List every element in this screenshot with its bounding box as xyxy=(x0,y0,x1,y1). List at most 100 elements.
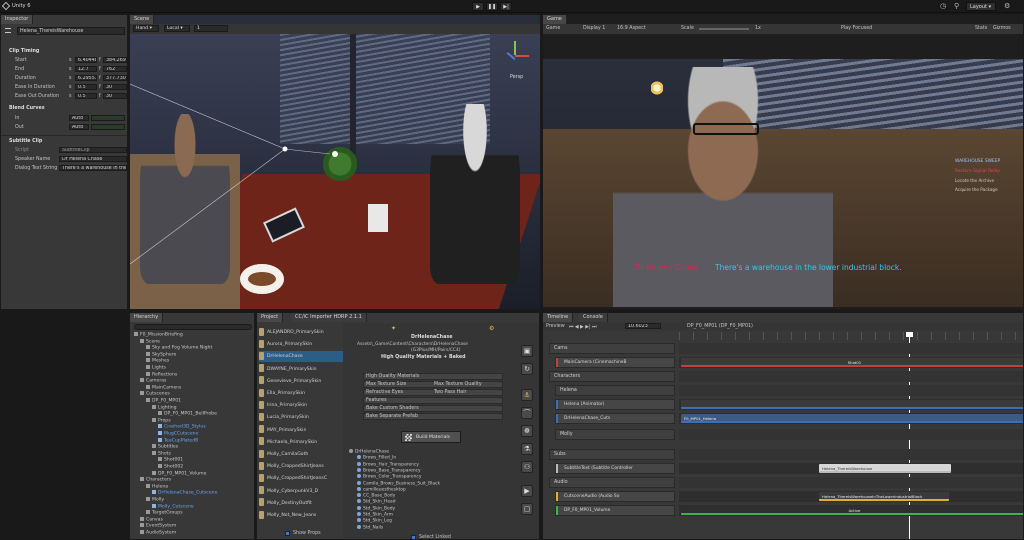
project-item[interactable]: Molly_DestinyOutfit xyxy=(259,498,343,509)
hierarchy-item[interactable]: Lighting xyxy=(130,404,254,411)
hierarchy-item[interactable]: Lights xyxy=(130,365,254,371)
timeline-clip[interactable]: Helena_ThereisWarehouse xyxy=(819,464,951,473)
hierarchy-item[interactable]: Shots xyxy=(130,450,254,457)
in-curve-preview[interactable] xyxy=(91,115,125,121)
timeline-track-header[interactable]: MainCamera (CinemachineB xyxy=(555,357,675,368)
persp-label[interactable]: Persp xyxy=(510,75,523,80)
timeline-track-header[interactable]: SubtitleText (Subtitle Controller xyxy=(555,463,675,474)
importer-option-row[interactable]: Refractive Eyes Two Pass Hair xyxy=(363,389,503,396)
out-curve-preview[interactable] xyxy=(91,124,125,130)
timeline-clip[interactable]: Shot01 xyxy=(681,358,1023,367)
timeline-group-header[interactable]: Characters xyxy=(549,371,675,382)
hierarchy-item[interactable]: Shot001 xyxy=(130,457,254,463)
time-ruler[interactable] xyxy=(679,332,1023,340)
hierarchy-item[interactable]: Scene xyxy=(130,338,254,345)
hierarchy-item[interactable]: Reflections xyxy=(130,371,254,378)
timeline-track-header[interactable]: Helena (Animator) xyxy=(555,399,675,410)
ease-out-frames-field[interactable]: 30 xyxy=(103,93,127,99)
timeline-group-header[interactable]: Helena xyxy=(555,385,675,396)
ease-out-seconds-field[interactable]: 0.5 xyxy=(75,93,97,99)
hierarchy-item[interactable]: DP_F0_MP01 xyxy=(130,398,254,404)
material-tree-item[interactable]: Std_Skin_Arm xyxy=(357,512,393,518)
hierarchy-item[interactable]: EventSystem xyxy=(130,523,254,529)
material-tree-item[interactable]: Std_Skin_Head xyxy=(357,499,396,505)
timeline-track-header[interactable]: CutsceneAudio (Audio So xyxy=(555,491,675,502)
show-props-checkbox[interactable] xyxy=(285,531,290,536)
timeline-group-header[interactable]: Audio xyxy=(549,477,675,488)
side-tool-7-icon[interactable]: ▶ xyxy=(521,485,533,497)
importer-option-row[interactable]: Features xyxy=(363,397,503,404)
playhead-handle[interactable] xyxy=(906,332,913,337)
search-icon[interactable]: ⚲ xyxy=(954,2,959,10)
hierarchy-item[interactable]: Molly xyxy=(130,497,254,503)
step-button[interactable]: ▶| xyxy=(500,2,512,11)
hierarchy-item[interactable]: F0_MissionBriefing xyxy=(130,332,254,338)
transport-controls[interactable]: ⏮ ◀ ▶ ▶| ⏭ xyxy=(569,324,596,330)
hierarchy-item[interactable]: Sky and Fog Volume Night xyxy=(130,345,254,351)
timeline-track-header[interactable]: DP_F0_MP01_Volume xyxy=(555,505,675,516)
side-tool-8-icon[interactable]: ▢ xyxy=(521,503,533,515)
display-dropdown[interactable]: Display 1 xyxy=(583,26,605,31)
sequence-breadcrumb[interactable]: DP_F0_MP01 (DP_F0_MP01) xyxy=(687,324,753,329)
side-tool-1-icon[interactable]: ↻ xyxy=(521,363,533,375)
time-field[interactable]: 10.6023 xyxy=(625,323,661,329)
project-item[interactable]: Irina_PrimarySkin xyxy=(259,400,343,411)
side-tool-2-icon[interactable]: ⚓ xyxy=(521,389,533,401)
pause-button[interactable]: ❚❚ xyxy=(486,2,498,11)
local-dropdown[interactable]: Local ▾ xyxy=(164,25,190,32)
tab-console[interactable]: Console xyxy=(579,313,608,322)
tab-importer[interactable]: CC/iC Importer HDRP 2.1.1 xyxy=(291,313,367,322)
play-button[interactable]: ▶ xyxy=(472,2,484,11)
material-tree-item[interactable]: Std_Skin_Leg xyxy=(357,518,392,524)
stats-toggle[interactable]: Stats xyxy=(975,26,987,31)
orientation-gizmo[interactable] xyxy=(500,41,530,71)
tab-inspector[interactable]: Inspector xyxy=(1,15,34,24)
dialog-field[interactable]: There's a warehouse in the lo xyxy=(59,165,127,171)
build-materials-button[interactable]: Build Materials xyxy=(401,431,461,443)
project-item[interactable]: Ella_PrimarySkin xyxy=(259,388,343,399)
tab-project[interactable]: Project xyxy=(257,313,284,322)
hierarchy-item[interactable]: Meshes xyxy=(130,358,254,364)
hierarchy-item[interactable]: Shot002 xyxy=(130,464,254,470)
side-tool-6-icon[interactable]: ⚇ xyxy=(521,461,533,473)
hand-tool-dropdown[interactable]: Hand ▾ xyxy=(133,25,159,32)
material-tree-item[interactable]: Std_Skin_Body xyxy=(357,505,395,512)
timeline-track-header[interactable]: DrHelenaChase_Cuts xyxy=(555,413,675,424)
history-icon[interactable]: ◷ xyxy=(940,2,946,10)
timeline-group-header[interactable]: Molly xyxy=(555,429,675,440)
material-tree-item[interactable]: Std_Nails xyxy=(357,524,383,531)
project-item[interactable]: Molly_CroppedShirtJeansC xyxy=(259,473,343,484)
hierarchy-item[interactable]: Helena xyxy=(130,483,254,490)
out-curve-dropdown[interactable]: Auto xyxy=(69,124,89,130)
importer-toolbar-icon-right[interactable]: ⚙ xyxy=(489,325,494,332)
project-item[interactable]: Lucia_PrimarySkin xyxy=(259,412,343,423)
hierarchy-item[interactable]: DrHelenaChase_Cutscene xyxy=(130,490,254,496)
start-frames-field[interactable]: 384.269 xyxy=(103,57,127,63)
scene-viewport[interactable] xyxy=(130,34,540,309)
hierarchy-item[interactable]: Molly_Cutscene xyxy=(130,503,254,510)
project-item[interactable]: Genevieve_PrimarySkin xyxy=(259,376,343,387)
side-tool-5-icon[interactable]: ⚗ xyxy=(521,443,533,455)
duration-seconds-field[interactable]: 6.29551 xyxy=(75,75,97,81)
hierarchy-item[interactable]: DP_F0_MP01_Volume xyxy=(130,470,254,477)
project-name[interactable]: Unity 6 xyxy=(12,3,31,9)
material-tree-item[interactable]: Camila_Brows_Business_Suit_Black xyxy=(357,480,440,487)
project-item[interactable]: Michaela_PrimarySkin xyxy=(259,437,343,448)
game-viewport[interactable]: WAREHOUSE SWEEP Restore Signal Relay Loc… xyxy=(543,59,1023,307)
ease-in-seconds-field[interactable]: 0.5 xyxy=(75,84,97,90)
project-item[interactable]: DrHelenaChase xyxy=(259,351,343,363)
hierarchy-item[interactable]: Characters xyxy=(130,477,254,483)
material-tree-item[interactable]: Brows_Filled_In xyxy=(357,455,396,461)
importer-option-row[interactable]: High Quality Materials xyxy=(363,373,503,380)
gizmos-toggle[interactable]: Gizmos xyxy=(993,26,1011,31)
scale-slider[interactable] xyxy=(699,28,749,30)
hierarchy-item[interactable]: Cutscenes xyxy=(130,391,254,397)
select-linked-checkbox[interactable] xyxy=(411,535,416,539)
object-name-field[interactable]: Helena_ThereisWarehouse xyxy=(17,27,125,35)
hierarchy-item[interactable]: DP_F0_MP01_BellProbe xyxy=(130,411,254,417)
timeline-clip[interactable]: F0_MP01_Helena xyxy=(681,414,1023,423)
material-tree-item[interactable]: Brows_Base_Transparency xyxy=(357,467,421,474)
material-tree-item[interactable]: camilleuesthesktop xyxy=(357,486,406,493)
timeline-clip[interactable] xyxy=(681,400,1023,409)
menu-icon[interactable] xyxy=(5,28,11,33)
